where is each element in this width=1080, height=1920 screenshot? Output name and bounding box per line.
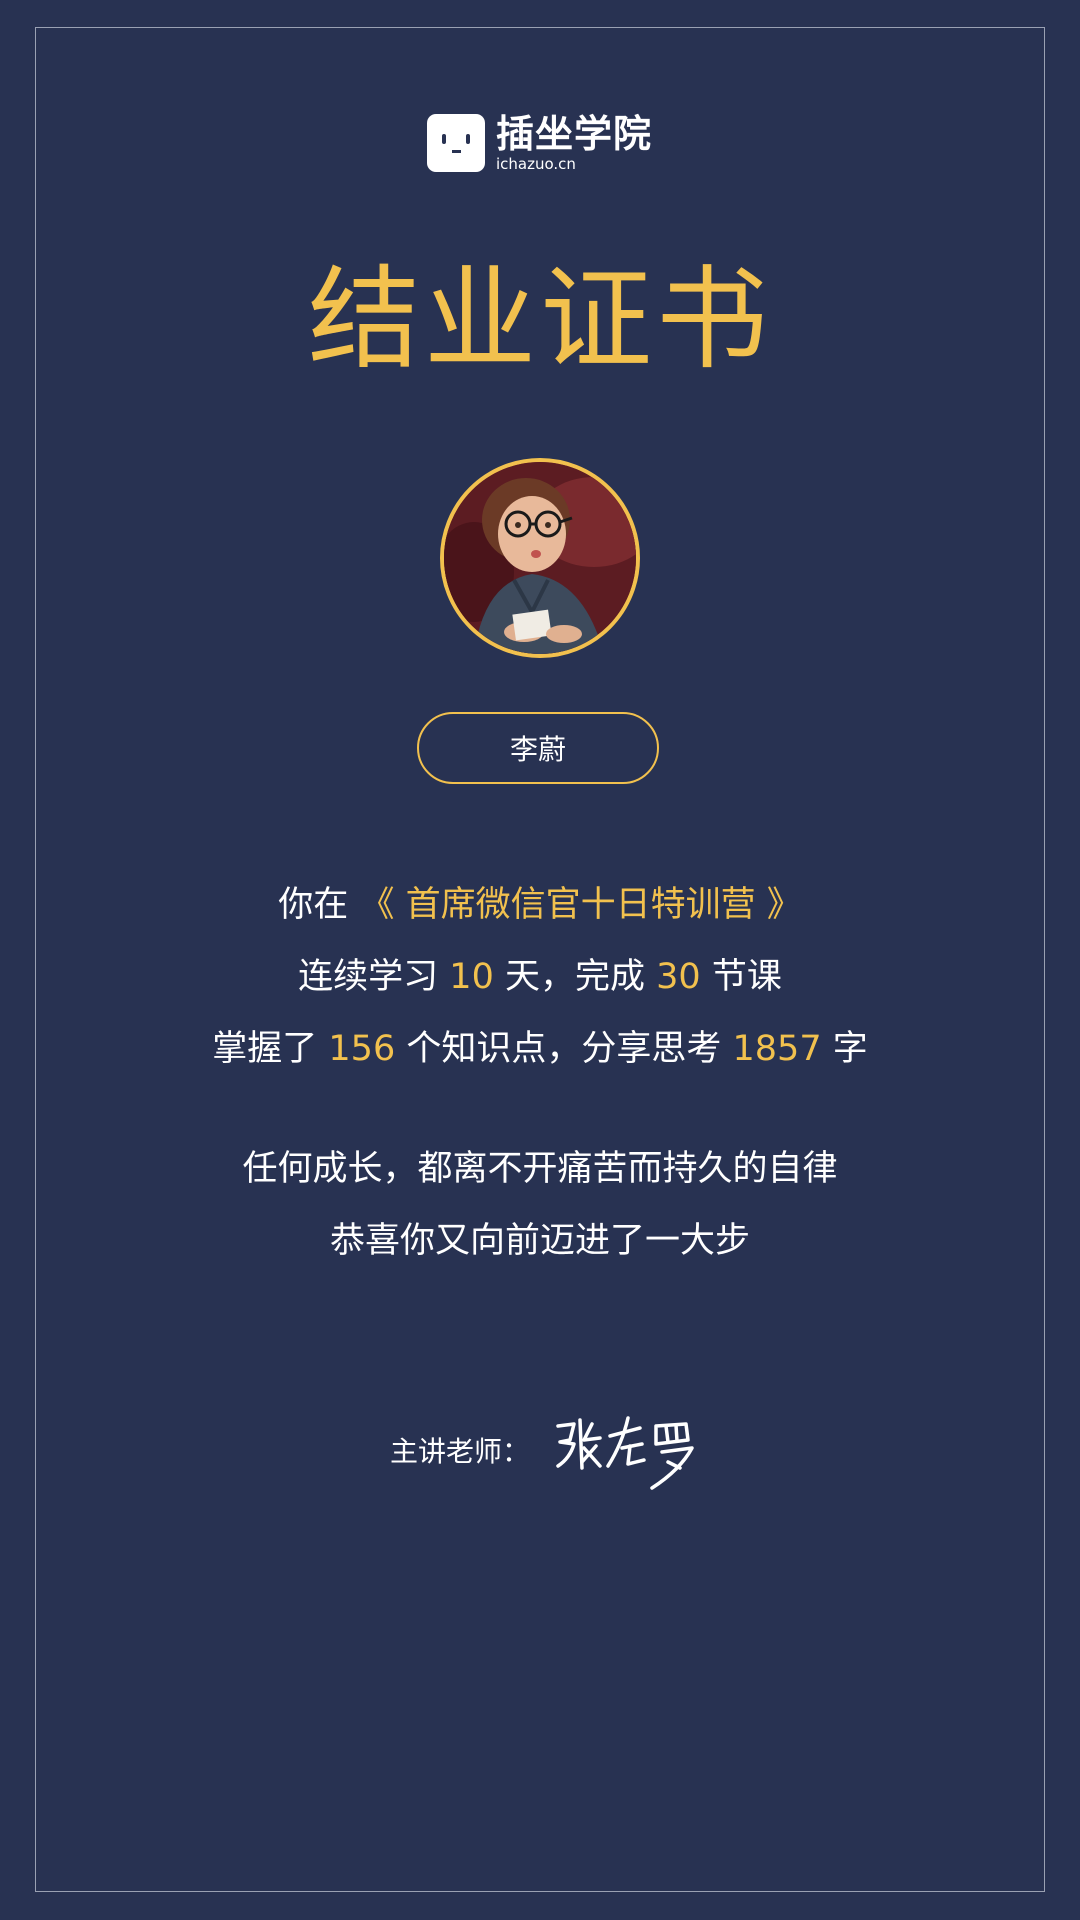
student-name-badge: 李蔚 (417, 712, 659, 784)
study-text-a: 连续学习 (298, 957, 439, 997)
word-count: 1857 (732, 1029, 822, 1069)
teacher-signature-block: 主讲老师： (390, 1410, 702, 1490)
teacher-label: 主讲老师： (390, 1435, 531, 1468)
brand-domain: ichazuo.cn (496, 155, 576, 173)
lesson-count: 30 (656, 957, 701, 997)
brand-name: 插坐学院 (496, 112, 653, 156)
brand-logo: 插坐学院 ichazuo.cn (427, 113, 652, 173)
motto-line-2: 恭喜你又向前迈进了一大步 (329, 1221, 750, 1261)
motto-line-1: 任何成长，都离不开痛苦而持久的自律 (242, 1149, 838, 1189)
logo-face-icon (427, 114, 485, 172)
knowledge-count: 156 (328, 1029, 396, 1069)
knowledge-text-c: 字 (832, 1029, 868, 1069)
avatar (440, 458, 640, 658)
handwritten-signature (556, 1416, 694, 1490)
course-name: 《 首席微信官十日特训营 》 (359, 885, 802, 925)
knowledge-line: 掌握了 156 个知识点，分享思考 1857 字 (0, 1024, 1080, 1074)
study-line: 连续学习 10 天，完成 30 节课 (0, 952, 1080, 1002)
study-text-b: 天，完成 (504, 957, 645, 997)
knowledge-text-a: 掌握了 (212, 1029, 318, 1069)
course-line: 你在 《 首席微信官十日特训营 》 (0, 880, 1080, 930)
study-days: 10 (449, 957, 494, 997)
study-text-c: 节课 (711, 957, 782, 997)
knowledge-text-b: 个知识点，分享思考 (406, 1029, 722, 1069)
certificate-title: 结业证书 (308, 255, 772, 385)
course-prefix: 你在 (278, 885, 349, 925)
avatar-photo (444, 462, 636, 654)
